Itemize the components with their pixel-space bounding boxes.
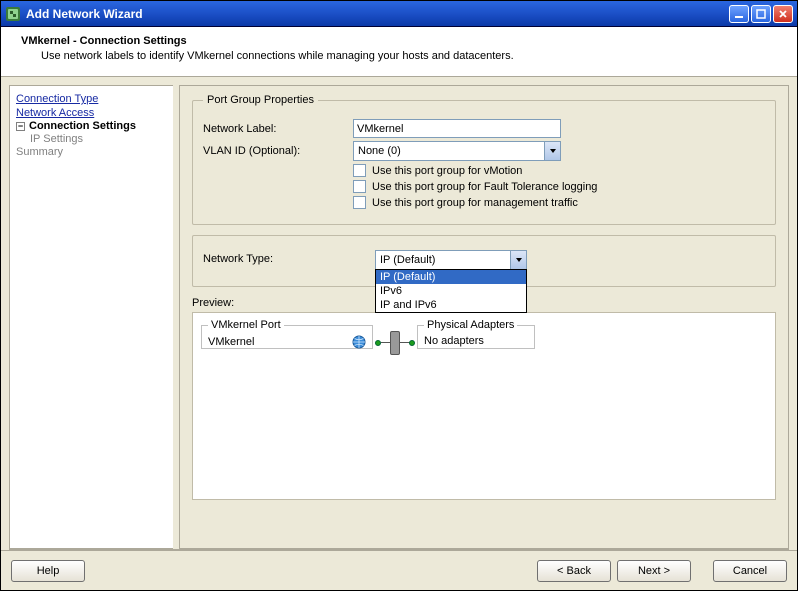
- preview-phy-value: No adapters: [424, 335, 484, 347]
- preview-vswitch-connector: [373, 325, 417, 361]
- page-title: VMkernel - Connection Settings: [21, 35, 777, 47]
- close-button[interactable]: [773, 5, 793, 23]
- ft-logging-checkbox-label: Use this port group for Fault Tolerance …: [372, 181, 597, 193]
- wizard-window: Add Network Wizard VMkernel - Connection…: [0, 0, 798, 591]
- step-connection-settings: − Connection Settings: [16, 120, 167, 132]
- step-network-access[interactable]: Network Access: [16, 106, 167, 120]
- network-label-label: Network Label:: [203, 123, 353, 135]
- preview-box: VMkernel Port VMkernel: [192, 312, 776, 500]
- connector-dot-icon: [409, 340, 415, 346]
- window-buttons: [729, 5, 793, 23]
- management-traffic-checkbox[interactable]: [353, 196, 366, 209]
- maximize-button[interactable]: [751, 5, 771, 23]
- network-label-input[interactable]: [353, 119, 561, 138]
- vlan-id-select[interactable]: None (0): [353, 141, 561, 161]
- tree-collapse-icon[interactable]: −: [16, 122, 25, 131]
- connector-dot-icon: [375, 340, 381, 346]
- step-connection-settings-label: Connection Settings: [29, 120, 136, 132]
- wizard-footer: Help < Back Next > Cancel: [1, 550, 797, 590]
- network-type-option[interactable]: IPv6: [376, 284, 526, 298]
- wizard-header: VMkernel - Connection Settings Use netwo…: [1, 27, 797, 77]
- wizard-steps-sidebar: Connection Type Network Access − Connect…: [9, 85, 173, 549]
- help-button[interactable]: Help: [11, 560, 85, 582]
- vswitch-icon: [390, 331, 400, 355]
- step-ip-settings: IP Settings: [30, 132, 167, 146]
- next-button[interactable]: Next >: [617, 560, 691, 582]
- globe-icon: [352, 335, 366, 349]
- main-pane: Port Group Properties Network Label: VLA…: [179, 85, 789, 549]
- back-button[interactable]: < Back: [537, 560, 611, 582]
- dropdown-arrow-icon: [510, 251, 526, 269]
- network-type-dropdown-list: IP (Default) IPv6 IP and IPv6: [375, 269, 527, 313]
- network-type-option[interactable]: IP and IPv6: [376, 298, 526, 312]
- step-summary: Summary: [16, 146, 167, 158]
- network-type-value: IP (Default): [380, 254, 435, 266]
- titlebar: Add Network Wizard: [1, 1, 797, 27]
- network-type-select[interactable]: IP (Default): [375, 250, 527, 270]
- port-group-properties: Port Group Properties Network Label: VLA…: [192, 94, 776, 225]
- management-traffic-checkbox-label: Use this port group for management traff…: [372, 197, 578, 209]
- preview-vmkernel-value: VMkernel: [208, 336, 254, 348]
- preview-vmkernel-port: VMkernel Port VMkernel: [201, 319, 373, 349]
- step-connection-type[interactable]: Connection Type: [16, 92, 167, 106]
- network-type-option[interactable]: IP (Default): [376, 270, 526, 284]
- vlan-id-label: VLAN ID (Optional):: [203, 145, 353, 157]
- preview-phy-legend: Physical Adapters: [424, 319, 517, 331]
- wizard-body: Connection Type Network Access − Connect…: [1, 77, 797, 549]
- port-group-legend: Port Group Properties: [203, 94, 318, 106]
- preview-vmkernel-legend: VMkernel Port: [208, 319, 284, 331]
- network-type-label: Network Type:: [203, 250, 375, 265]
- vlan-id-value: None (0): [358, 145, 401, 157]
- minimize-button[interactable]: [729, 5, 749, 23]
- network-type-group: Network Type: IP (Default) IP (Default) …: [192, 235, 776, 287]
- dropdown-arrow-icon: [544, 142, 560, 160]
- window-title: Add Network Wizard: [26, 7, 729, 21]
- vmotion-checkbox[interactable]: [353, 164, 366, 177]
- cancel-button[interactable]: Cancel: [713, 560, 787, 582]
- vmotion-checkbox-label: Use this port group for vMotion: [372, 165, 522, 177]
- preview-physical-adapters: Physical Adapters No adapters: [417, 319, 535, 349]
- app-icon: [5, 6, 21, 22]
- page-subtitle: Use network labels to identify VMkernel …: [41, 50, 777, 62]
- ft-logging-checkbox[interactable]: [353, 180, 366, 193]
